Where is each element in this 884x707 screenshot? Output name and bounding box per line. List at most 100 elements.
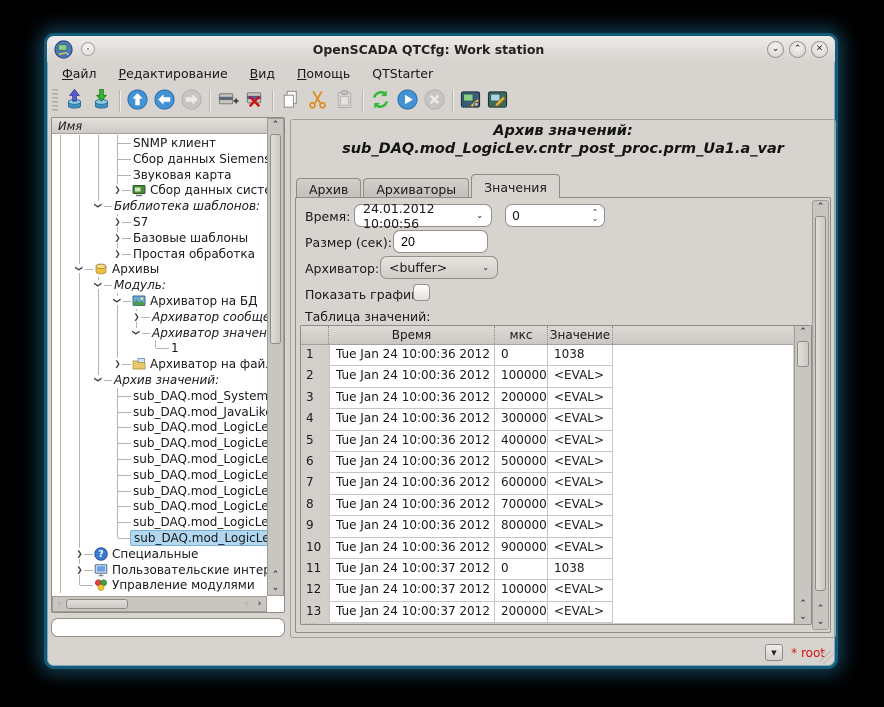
tree-item[interactable]: ❯Базовые шаблоны xyxy=(52,230,267,246)
cell-time[interactable]: Tue Jan 24 10:00:36 2012 xyxy=(329,516,495,537)
row-number[interactable]: 1 xyxy=(301,345,327,366)
cell-time[interactable]: Tue Jan 24 10:00:37 2012 xyxy=(329,602,495,623)
show-graph-checkbox[interactable] xyxy=(413,284,430,301)
tree-item[interactable]: 1 xyxy=(52,340,267,356)
expand-chevron-icon[interactable]: ❯ xyxy=(113,358,122,369)
copy-button[interactable] xyxy=(277,88,304,115)
row-number[interactable]: 4 xyxy=(301,409,327,430)
table-row[interactable]: 12Tue Jan 24 10:00:37 2012100000<EVAL> xyxy=(301,580,793,601)
cell-value[interactable]: <EVAL> xyxy=(548,409,613,430)
cell-value[interactable]: <EVAL> xyxy=(548,580,613,601)
scroll-up-arrow-icon[interactable]: ⌃ xyxy=(795,326,811,339)
row-number[interactable]: 9 xyxy=(301,516,327,537)
row-number[interactable]: 8 xyxy=(301,495,327,516)
cell-time[interactable]: Tue Jan 24 10:00:36 2012 xyxy=(329,388,495,409)
tab-архив[interactable]: Архив xyxy=(296,178,361,198)
expand-chevron-icon[interactable]: ❯ xyxy=(113,248,122,259)
tree-item[interactable]: ❯Архиватор значений xyxy=(52,325,267,341)
shade-button[interactable]: ⌄ xyxy=(767,41,784,58)
cell-value[interactable]: <EVAL> xyxy=(548,538,613,559)
save-to-db-button[interactable] xyxy=(88,88,115,115)
row-number[interactable]: 11 xyxy=(301,559,327,580)
tree-filter-input[interactable] xyxy=(51,618,285,637)
cell-value[interactable]: <EVAL> xyxy=(548,516,613,537)
row-number[interactable]: 7 xyxy=(301,473,327,494)
tree-item-selected[interactable]: sub_DAQ.mod_LogicLev.cntr xyxy=(52,530,267,546)
cell-usec[interactable]: 900000 xyxy=(495,538,548,559)
delete-item-button[interactable] xyxy=(241,88,268,115)
tree-item[interactable]: ❯?Специальные xyxy=(52,546,267,562)
table-row[interactable]: 11Tue Jan 24 10:00:37 201201038 xyxy=(301,559,793,580)
cell-value[interactable]: 1038 xyxy=(548,559,613,580)
tree-item[interactable]: Звуковая карта xyxy=(52,167,267,183)
close-button[interactable]: ✕ xyxy=(811,41,828,58)
scroll-up-arrow-icon[interactable]: ⌃ xyxy=(813,603,828,616)
scrollbar-thumb[interactable] xyxy=(66,599,128,609)
table-header-value[interactable]: Значение xyxy=(548,326,613,344)
tree-item[interactable]: sub_DAQ.mod_LogicLev.cntr xyxy=(52,483,267,499)
menu-item-4[interactable]: Помощь xyxy=(286,64,361,83)
table-row[interactable]: 2Tue Jan 24 10:00:36 2012100000<EVAL> xyxy=(301,366,793,387)
usec-spinner[interactable]: 0 ⌃⌄ xyxy=(505,204,605,227)
cell-time[interactable]: Tue Jan 24 10:00:36 2012 xyxy=(329,431,495,452)
load-from-db-button[interactable] xyxy=(61,88,88,115)
tree-item[interactable]: Сбор данных Siemens xyxy=(52,151,267,167)
archiver-combobox[interactable]: <buffer> ⌄ xyxy=(380,256,498,279)
time-combobox[interactable]: 24.01.2012 10:00:56 ⌄ xyxy=(354,204,492,227)
tree-item[interactable]: sub_DAQ.mod_LogicLev.cntr xyxy=(52,467,267,483)
row-number[interactable]: 2 xyxy=(301,366,327,387)
scroll-up-arrow-icon[interactable]: ⌃ xyxy=(813,201,828,214)
panel-vertical-scrollbar[interactable]: ⌃ ⌃ ⌄ xyxy=(812,200,829,630)
table-header-usec[interactable]: мкс xyxy=(495,326,548,344)
tree-item[interactable]: ❯Архив значений: xyxy=(52,372,267,388)
tree-item[interactable]: ❯Архиватор сообщений xyxy=(52,309,267,325)
cell-time[interactable]: Tue Jan 24 10:00:36 2012 xyxy=(329,452,495,473)
scroll-up-arrow-icon[interactable]: ⌃ xyxy=(268,569,283,582)
scrollbar-thumb[interactable] xyxy=(815,216,826,591)
tree-item[interactable]: SNMP клиент xyxy=(52,135,267,151)
cell-value[interactable]: <EVAL> xyxy=(548,495,613,516)
scroll-down-arrow-icon[interactable]: ⌄ xyxy=(268,582,283,595)
scroll-down-arrow-icon[interactable]: ⌄ xyxy=(795,611,811,624)
collapse-chevron-icon[interactable]: ❯ xyxy=(74,264,85,273)
table-row[interactable]: 1Tue Jan 24 10:00:36 201201038 xyxy=(301,345,793,366)
scroll-up-arrow-icon[interactable]: ⌃ xyxy=(795,598,811,611)
row-number[interactable]: 6 xyxy=(301,452,327,473)
expand-chevron-icon[interactable]: ❯ xyxy=(75,564,84,575)
tree-item[interactable]: ❯Архивы xyxy=(52,261,267,277)
expand-chevron-icon[interactable]: ❯ xyxy=(75,548,84,559)
cell-value[interactable]: 1038 xyxy=(548,345,613,366)
window-menu-button[interactable] xyxy=(81,42,95,56)
cell-time[interactable]: Tue Jan 24 10:00:36 2012 xyxy=(329,473,495,494)
table-row[interactable]: 4Tue Jan 24 10:00:36 2012300000<EVAL> xyxy=(301,409,793,430)
up-button[interactable] xyxy=(124,88,151,115)
row-number[interactable]: 12 xyxy=(301,580,327,601)
cell-value[interactable]: <EVAL> xyxy=(548,388,613,409)
cell-value[interactable]: <EVAL> xyxy=(548,473,613,494)
scrollbar-thumb[interactable] xyxy=(270,134,281,344)
table-row[interactable]: 10Tue Jan 24 10:00:36 2012900000<EVAL> xyxy=(301,538,793,559)
row-number[interactable]: 10 xyxy=(301,538,327,559)
tree-item[interactable]: ❯Пользовательские интерфейсы xyxy=(52,562,267,578)
menu-item-1[interactable]: Файл xyxy=(51,64,108,83)
row-number[interactable]: 5 xyxy=(301,431,327,452)
cell-usec[interactable]: 500000 xyxy=(495,452,548,473)
scroll-right-arrow-icon[interactable]: › xyxy=(253,597,266,611)
cell-time[interactable]: Tue Jan 24 10:00:37 2012 xyxy=(329,580,495,601)
cell-usec[interactable]: 600000 xyxy=(495,473,548,494)
cell-time[interactable]: Tue Jan 24 10:00:36 2012 xyxy=(329,366,495,387)
scroll-up-arrow-icon[interactable]: ⌃ xyxy=(268,119,283,132)
cell-usec[interactable]: 400000 xyxy=(495,431,548,452)
tree-item[interactable]: sub_DAQ.mod_JavaLikeC xyxy=(52,404,267,420)
tab-архиваторы[interactable]: Архиваторы xyxy=(363,178,469,198)
tree-item[interactable]: sub_DAQ.mod_System.cntr xyxy=(52,388,267,404)
tree-item[interactable]: sub_DAQ.mod_LogicLev.cntr xyxy=(52,419,267,435)
cell-usec[interactable]: 300000 xyxy=(495,409,548,430)
refresh-button[interactable] xyxy=(367,88,394,115)
cell-value[interactable]: <EVAL> xyxy=(548,602,613,623)
expand-chevron-icon[interactable]: ❯ xyxy=(132,311,141,322)
scroll-left-arrow-icon[interactable]: ‹ xyxy=(53,597,66,611)
row-number[interactable]: 3 xyxy=(301,388,327,409)
tree-item[interactable]: ❯Простая обработка xyxy=(52,246,267,262)
titlebar[interactable]: OpenSCADA QTCfg: Work station ⌄⌃✕ xyxy=(47,36,835,62)
